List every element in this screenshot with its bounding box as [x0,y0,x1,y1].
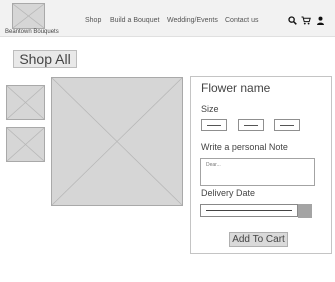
date-picker-button[interactable] [298,204,312,218]
site-header: Beantown Bouquets Shop Build a Bouquet W… [0,0,335,37]
brand-name: Beantown Bouquets [5,29,59,35]
user-icon[interactable] [315,15,325,25]
nav-build-a-bouquet[interactable]: Build a Bouquet [110,17,159,24]
personal-note-field[interactable] [200,158,315,186]
cart-icon[interactable] [301,15,311,25]
delivery-date-field[interactable] [200,204,298,217]
nav-contact-us[interactable]: Contact us [225,17,258,24]
product-details-panel: Flower name Size Write a personal Note D… [190,76,332,254]
thumbnail-2[interactable] [6,127,45,162]
logo-image[interactable] [12,3,45,29]
nav-shop[interactable]: Shop [85,17,101,24]
shop-all-button[interactable]: Shop All [13,50,77,68]
delivery-date-label: Delivery Date [201,188,256,198]
product-name: Flower name [201,81,271,95]
search-icon[interactable] [287,15,297,25]
size-option-1[interactable] [201,119,227,131]
nav-wedding-events[interactable]: Wedding/Events [167,17,218,24]
size-option-2[interactable] [238,119,264,131]
note-label: Write a personal Note [201,142,288,152]
size-label: Size [201,104,219,114]
add-to-cart-button[interactable]: Add To Cart [229,232,288,247]
product-image [51,77,183,206]
thumbnail-1[interactable] [6,85,45,120]
size-option-3[interactable] [274,119,300,131]
